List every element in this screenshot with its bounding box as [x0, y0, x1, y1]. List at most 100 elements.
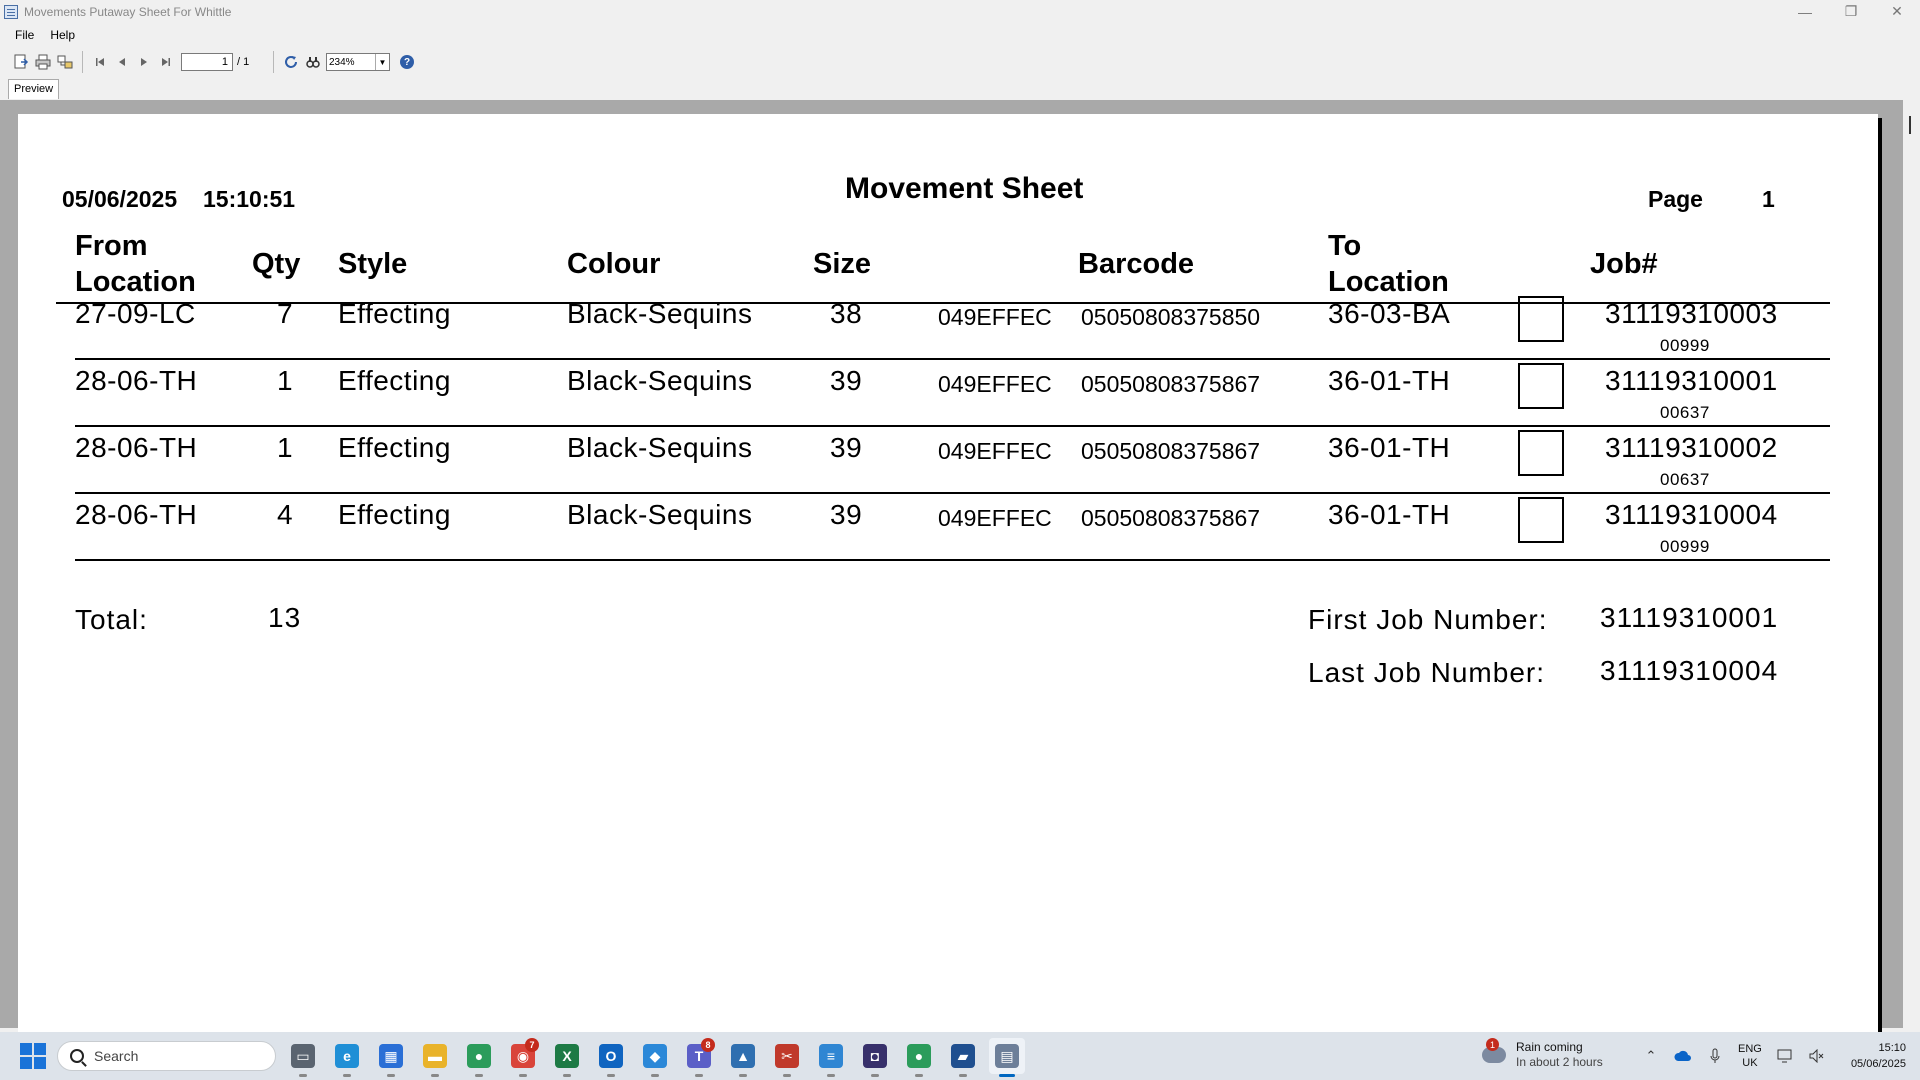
search-tool-icon[interactable]: ●: [461, 1038, 497, 1077]
teams-badge: 8: [701, 1038, 715, 1052]
running-indicator: [999, 1074, 1015, 1077]
file-explorer-icon[interactable]: ▬: [417, 1038, 453, 1077]
excel-icon[interactable]: X: [549, 1038, 585, 1077]
store-icon[interactable]: ▦: [373, 1038, 409, 1077]
report-date: 05/06/2025: [62, 186, 178, 212]
windows-start-icon[interactable]: [20, 1043, 46, 1069]
page-number-input[interactable]: 1: [181, 53, 233, 71]
restore-button[interactable]: ❐: [1828, 0, 1874, 23]
row-checkbox: [1518, 363, 1564, 409]
cell-barcode: 05050808375867: [1081, 438, 1261, 464]
running-indicator: [739, 1074, 747, 1077]
running-indicator: [299, 1074, 307, 1077]
cell-size: 38: [830, 298, 863, 329]
camera-app-icon[interactable]: ◘: [857, 1038, 893, 1077]
header-to-location: To Location: [1328, 228, 1449, 300]
cell-from: 28-06-TH: [75, 499, 198, 530]
taskbar: Search ▭ e ▦ ▬ ● ◉ 7 X O ◆ T 8 ▲ ✂ ≡ ◘ ● ▰ ▤ 1 Rain coming…: [0, 1032, 1920, 1080]
cell-to: 36-01-TH: [1328, 365, 1451, 396]
weather-widget[interactable]: 1 Rain coming In about 2 hours: [1482, 1038, 1603, 1070]
running-indicator: [651, 1074, 659, 1077]
remote-glyph: ▰: [951, 1044, 975, 1068]
print-setup-icon[interactable]: [54, 51, 76, 73]
vscode-icon[interactable]: ◆: [637, 1038, 673, 1077]
search-tool-2-glyph: ●: [907, 1044, 931, 1068]
cell-job-sub: 00999: [1660, 336, 1710, 355]
menu-help[interactable]: Help: [42, 28, 83, 42]
teams-icon[interactable]: T8: [681, 1038, 717, 1077]
toolbar-separator: [82, 51, 83, 73]
row-checkbox: [1518, 497, 1564, 543]
monitor-icon[interactable]: ▲: [725, 1038, 761, 1077]
cell-qty: 7: [276, 298, 294, 329]
outlook-icon[interactable]: O: [593, 1038, 629, 1077]
prev-page-icon[interactable]: [111, 51, 133, 73]
header-barcode: Barcode: [1078, 248, 1195, 280]
minimize-button[interactable]: —: [1782, 0, 1828, 23]
cell-job: 31119310001: [1605, 365, 1778, 396]
report-viewer-icon[interactable]: ▤: [989, 1038, 1025, 1077]
chevron-up-icon[interactable]: ⌃: [1640, 1045, 1662, 1067]
taskbar-search[interactable]: Search: [57, 1041, 276, 1071]
toolbar: 1 / 1 234% ▼ ?: [0, 48, 1920, 76]
header-style: Style: [338, 248, 408, 280]
first-page-icon[interactable]: [89, 51, 111, 73]
snipping-icon[interactable]: ✂: [769, 1038, 805, 1077]
running-indicator: [783, 1074, 791, 1077]
camera-app-glyph: ◘: [863, 1044, 887, 1068]
zoom-select[interactable]: 234% ▼: [326, 53, 390, 71]
cell-code: 049EFFEC: [938, 505, 1052, 531]
volume-muted-icon[interactable]: [1806, 1045, 1828, 1067]
cell-job-sub: 00637: [1660, 470, 1710, 489]
close-button[interactable]: ✕: [1874, 0, 1920, 23]
notepad-icon[interactable]: ≡: [813, 1038, 849, 1077]
task-view-glyph: ▭: [291, 1044, 315, 1068]
tab-preview[interactable]: Preview: [8, 79, 60, 99]
first-job-value: 31119310001: [1600, 602, 1779, 633]
task-view-icon[interactable]: ▭: [285, 1038, 321, 1077]
search-tool-2-icon[interactable]: ●: [901, 1038, 937, 1077]
lang-line1: ENG: [1738, 1043, 1762, 1055]
export-icon[interactable]: [10, 51, 32, 73]
next-page-icon[interactable]: [133, 51, 155, 73]
find-icon[interactable]: [302, 51, 324, 73]
refresh-icon[interactable]: [280, 51, 302, 73]
network-icon[interactable]: [1774, 1045, 1796, 1067]
cell-colour: Black-Sequins: [567, 432, 753, 463]
search-tool-glyph: ●: [467, 1044, 491, 1068]
store-glyph: ▦: [379, 1044, 403, 1068]
chevron-down-icon[interactable]: ▼: [375, 54, 389, 70]
cell-qty: 1: [276, 365, 294, 396]
chrome-icon[interactable]: ◉ 7: [505, 1038, 541, 1077]
zoom-value: 234%: [329, 56, 355, 68]
row-rule: [75, 425, 1830, 427]
cell-code: 049EFFEC: [938, 304, 1052, 330]
outlook-glyph: O: [599, 1044, 623, 1068]
taskbar-clock[interactable]: 15:10 05/06/2025: [1851, 1040, 1906, 1072]
cell-from: 27-09-LC: [75, 298, 196, 329]
weather-subtitle: In about 2 hours: [1516, 1055, 1603, 1069]
page-label: Page: [1648, 186, 1703, 212]
running-indicator: [431, 1074, 439, 1077]
scrollbar-thumb[interactable]: [1909, 116, 1911, 134]
edge-icon[interactable]: e: [329, 1038, 365, 1077]
cell-barcode: 05050808375867: [1081, 371, 1261, 397]
onedrive-icon[interactable]: [1672, 1045, 1694, 1067]
total-label: Total:: [75, 604, 148, 635]
menu-file[interactable]: File: [0, 28, 42, 42]
page-number: 1: [1762, 186, 1775, 212]
remote-icon[interactable]: ▰: [945, 1038, 981, 1077]
vertical-scrollbar[interactable]: [1903, 100, 1920, 1028]
first-job-label: First Job Number:: [1308, 604, 1548, 635]
cell-barcode: 05050808375850: [1081, 304, 1261, 330]
cell-from: 28-06-TH: [75, 432, 198, 463]
snipping-glyph: ✂: [775, 1044, 799, 1068]
running-indicator: [607, 1074, 615, 1077]
window-controls: — ❐ ✕: [1782, 0, 1920, 23]
clock-time: 15:10: [1878, 1042, 1906, 1054]
microphone-icon[interactable]: [1704, 1045, 1726, 1067]
print-icon[interactable]: [32, 51, 54, 73]
language-indicator[interactable]: ENG UK: [1738, 1042, 1762, 1070]
last-page-icon[interactable]: [155, 51, 177, 73]
help-icon[interactable]: ?: [400, 55, 414, 69]
